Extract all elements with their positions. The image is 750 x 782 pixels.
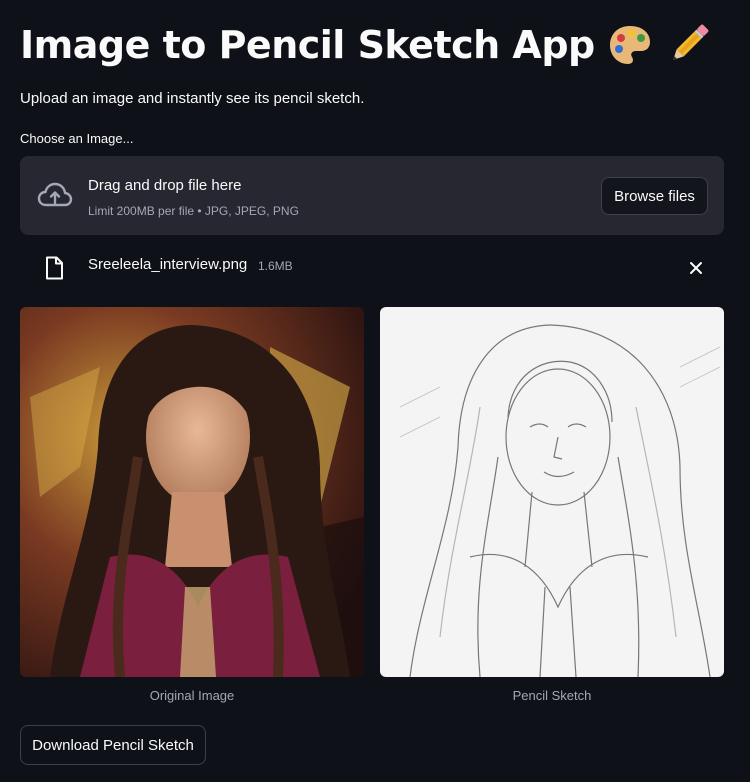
dropzone-title: Drag and drop file here [88,177,242,194]
pencil-emoji-icon [665,22,711,68]
cloud-upload-icon [37,181,73,209]
browse-files-button[interactable]: Browse files [601,177,708,215]
remove-file-close-icon[interactable] [684,256,708,280]
download-pencil-sketch-button[interactable]: Download Pencil Sketch [20,725,206,765]
uploaded-file-size: 1.6MB [258,259,293,273]
app-page: Image to Pencil Sketch App Upload an ima… [0,0,750,782]
uploaded-file-name: Sreeleela_interview.png [88,256,248,273]
original-image-caption: Original Image [149,688,235,703]
pencil-sketch-image [380,307,724,677]
palette-emoji-icon [607,22,653,68]
file-dropzone[interactable]: Drag and drop file here Limit 200MB per … [20,156,724,235]
page-subtitle: Upload an image and instantly see its pe… [20,90,365,107]
page-title: Image to Pencil Sketch App [20,18,711,72]
uploader-label: Choose an Image... [20,131,134,146]
page-title-text: Image to Pencil Sketch App [20,23,595,67]
original-image [20,307,364,677]
uploaded-file-row: Sreeleela_interview.png 1.6MB [20,250,724,286]
file-icon [44,256,64,280]
pencil-sketch-caption: Pencil Sketch [512,688,592,703]
dropzone-limits: Limit 200MB per file • JPG, JPEG, PNG [88,204,299,218]
